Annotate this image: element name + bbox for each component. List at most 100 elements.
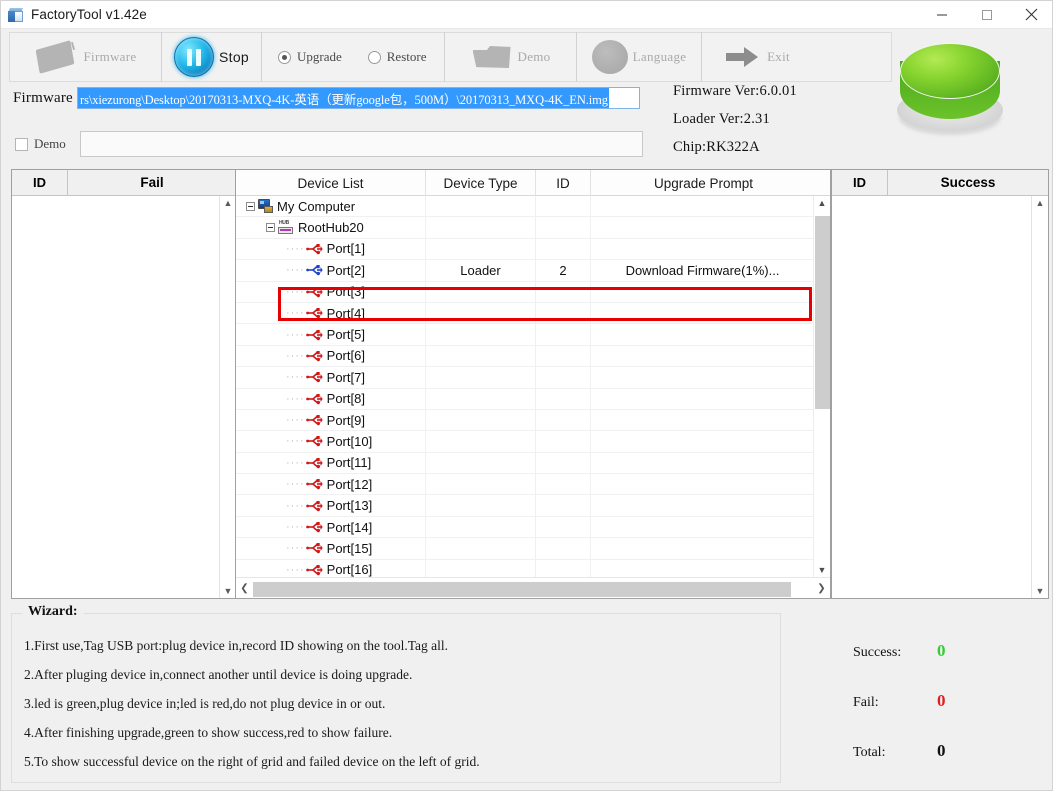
table-row[interactable]: ···· Port[14] <box>236 516 814 539</box>
cell-device-id <box>536 323 591 346</box>
cell-device-id <box>536 216 591 239</box>
cell-device-name[interactable]: ···· Port[6] <box>236 345 426 367</box>
cell-device-name[interactable]: My Computer <box>236 196 426 217</box>
firmware-path-row: Firmware rs\xiezurong\Desktop\20170313-M… <box>13 87 640 109</box>
success-list-scrollbar[interactable]: ▲ ▼ <box>1031 196 1048 598</box>
table-row[interactable]: ···· Port[3] <box>236 281 814 303</box>
hscroll-track[interactable] <box>253 580 813 597</box>
upgrade-radio-label: Upgrade <box>297 49 342 64</box>
table-row[interactable]: ···· Port[5] <box>236 323 814 346</box>
cell-device-name[interactable]: ···· Port[2] <box>236 259 426 282</box>
cell-upgrade-prompt <box>591 324 814 345</box>
table-row[interactable]: ···· Port[8] <box>236 388 814 410</box>
usb-icon-red <box>305 329 323 341</box>
success-counter-value: 0 <box>937 641 946 660</box>
cell-device-name[interactable]: ···· Port[16] <box>236 559 426 577</box>
usb-icon-red <box>305 393 323 405</box>
firmware-path-input[interactable]: rs\xiezurong\Desktop\20170313-MXQ-4K-英语（… <box>77 87 640 109</box>
cell-device-name[interactable]: ···· Port[7] <box>236 366 426 389</box>
scroll-down-icon[interactable]: ▼ <box>818 565 827 575</box>
cell-device-name[interactable]: ···· Port[14] <box>236 516 426 538</box>
table-row[interactable]: ···· Port[6] <box>236 345 814 368</box>
table-row[interactable]: ···· Port[15] <box>236 537 814 560</box>
device-name-label: RootHub20 <box>298 220 364 236</box>
table-row[interactable]: ···· Port[11] <box>236 452 814 475</box>
demo-input[interactable] <box>80 131 643 157</box>
table-row[interactable]: HUB RootHub20 <box>236 216 814 239</box>
col-device-type[interactable]: Device Type <box>426 170 536 196</box>
scroll-down-icon[interactable]: ▼ <box>224 586 233 596</box>
cell-device-id <box>536 388 591 410</box>
device-grid-vscrollbar[interactable]: ▲ ▼ <box>813 196 830 577</box>
cell-device-name[interactable]: ···· Port[1] <box>236 238 426 260</box>
table-row[interactable]: My Computer <box>236 196 814 218</box>
stop-button-label: Stop <box>219 49 249 65</box>
table-row[interactable]: ···· Port[2] Loader 2 Download Firmware(1%).… <box>236 259 814 282</box>
usb-icon-red <box>305 414 323 426</box>
cell-upgrade-prompt <box>591 281 814 302</box>
table-row[interactable]: ···· Port[16] <box>236 559 814 577</box>
cell-device-name[interactable]: ···· Port[3] <box>236 281 426 303</box>
col-upgrade-prompt[interactable]: Upgrade Prompt <box>591 170 816 196</box>
firmware-button[interactable]: Firmware <box>10 32 162 82</box>
scroll-up-icon[interactable]: ▲ <box>224 198 233 208</box>
table-row[interactable]: ···· Port[4] <box>236 302 814 325</box>
close-icon[interactable] <box>1009 1 1052 29</box>
cell-device-name[interactable]: ···· Port[15] <box>236 537 426 560</box>
cell-device-id <box>536 196 591 217</box>
demo-button[interactable]: Demo <box>445 32 577 82</box>
exit-button[interactable]: Exit <box>702 32 812 82</box>
wizard-instruction-list: 1.First use,Tag USB port:plug device in,… <box>12 614 780 770</box>
cell-device-name[interactable]: ···· Port[5] <box>236 323 426 346</box>
device-name-label: Port[15] <box>326 540 373 556</box>
fail-list-header: ID Fail <box>12 170 236 196</box>
scroll-down-icon[interactable]: ▼ <box>1036 586 1045 596</box>
cell-device-name[interactable]: ···· Port[10] <box>236 430 426 453</box>
cell-device-name[interactable]: HUB RootHub20 <box>236 216 426 239</box>
firmware-button-label: Firmware <box>83 49 137 64</box>
usb-icon-red <box>305 542 323 554</box>
col-id[interactable]: ID <box>536 170 591 196</box>
firmware-path-value: rs\xiezurong\Desktop\20170313-MXQ-4K-英语（… <box>78 88 609 108</box>
cell-upgrade-prompt <box>591 452 814 473</box>
cell-device-name[interactable]: ···· Port[8] <box>236 388 426 410</box>
hscroll-thumb[interactable] <box>253 581 791 597</box>
total-counter-value: 0 <box>937 741 946 760</box>
scroll-right-icon[interactable]: ❯ <box>813 578 830 599</box>
app-logo-icon <box>8 7 24 23</box>
cell-device-name[interactable]: ···· Port[4] <box>236 302 426 324</box>
cell-device-name[interactable]: ···· Port[13] <box>236 494 426 517</box>
cell-device-name[interactable]: ···· Port[9] <box>236 409 426 431</box>
maximize-icon[interactable] <box>964 1 1009 29</box>
table-row[interactable]: ···· Port[12] <box>236 473 814 496</box>
window-controls <box>919 1 1052 29</box>
table-row[interactable]: ···· Port[9] <box>236 409 814 432</box>
language-button[interactable]: Language <box>577 32 702 82</box>
table-row[interactable]: ···· Port[10] <box>236 430 814 453</box>
fail-col-fail: Fail <box>140 175 164 190</box>
fail-list-scrollbar[interactable]: ▲ ▼ <box>219 196 236 598</box>
tree-collapse-icon[interactable] <box>266 223 275 233</box>
upgrade-radio[interactable]: Upgrade <box>278 49 342 65</box>
table-row[interactable]: ···· Port[1] <box>236 238 814 261</box>
cell-upgrade-prompt <box>591 367 814 388</box>
device-grid-hscrollbar[interactable]: ❮ ❯ <box>236 577 830 598</box>
vscroll-thumb[interactable] <box>815 216 830 409</box>
cell-device-name[interactable]: ···· Port[11] <box>236 452 426 474</box>
demo-checkbox[interactable] <box>15 137 28 151</box>
restore-radio[interactable]: Restore <box>367 49 426 65</box>
scroll-left-icon[interactable]: ❮ <box>236 578 253 599</box>
scroll-up-icon[interactable]: ▲ <box>1036 198 1045 208</box>
cell-upgrade-prompt <box>591 345 814 366</box>
total-counter: Total: 0 <box>853 741 1043 761</box>
tree-collapse-icon[interactable] <box>246 201 255 211</box>
device-name-label: Port[10] <box>326 433 373 449</box>
table-row[interactable]: ···· Port[13] <box>236 494 814 517</box>
cell-device-name[interactable]: ···· Port[12] <box>236 473 426 495</box>
scroll-up-icon[interactable]: ▲ <box>818 198 827 208</box>
minimize-icon[interactable] <box>919 1 964 29</box>
cell-device-id <box>536 430 591 453</box>
col-device-list[interactable]: Device List <box>236 170 426 196</box>
table-row[interactable]: ···· Port[7] <box>236 366 814 389</box>
stop-button[interactable]: Stop <box>162 32 262 82</box>
